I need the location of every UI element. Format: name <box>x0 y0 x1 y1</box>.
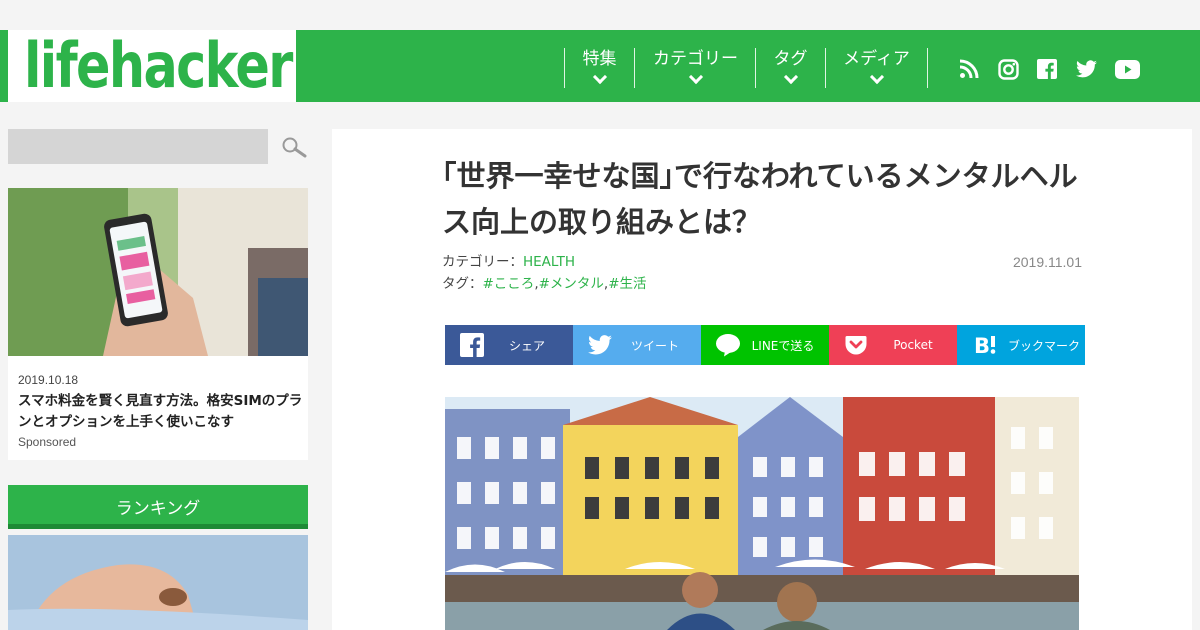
share-facebook-button[interactable]: シェア <box>445 325 573 365</box>
hatena-icon: B <box>973 333 999 357</box>
share-label: ブックマーク <box>1007 338 1080 353</box>
category-label: カテゴリー： <box>442 254 523 270</box>
nav-item-label: メディア <box>843 49 910 69</box>
site-logo[interactable]: lifehacker <box>8 30 296 102</box>
line-icon <box>715 333 741 357</box>
nav-divider <box>927 48 928 88</box>
promo-image <box>8 188 308 356</box>
article-meta: カテゴリー：HEALTH タグ：#こころ,#メンタル,#生活 <box>442 251 647 295</box>
chevron-down-icon <box>592 69 607 85</box>
search-input[interactable] <box>8 129 268 164</box>
category-line: カテゴリー：HEALTH <box>442 251 647 273</box>
global-nav: 特集 カテゴリー タグ メディア <box>296 30 1200 102</box>
sponsored-label: Sponsored <box>18 435 77 449</box>
nav-item-label: タグ <box>773 49 808 69</box>
tag-line: タグ：#こころ,#メンタル,#生活 <box>442 276 647 292</box>
promo-date: 2019.10.18 <box>18 373 79 387</box>
logo-accent-bar <box>0 30 8 102</box>
nav-item-label: カテゴリー <box>653 49 738 69</box>
share-bar: シェア ツイート LINEで送る Pocket B ブックマーク <box>445 325 1085 365</box>
ranking-image[interactable] <box>8 535 308 630</box>
twitter-icon <box>587 333 613 357</box>
youtube-icon[interactable] <box>1114 58 1140 80</box>
rss-icon[interactable] <box>958 58 980 80</box>
ranking-heading: ランキング <box>8 485 308 529</box>
tag-label: タグ： <box>442 276 483 292</box>
nav-item-feature[interactable]: 特集 <box>564 48 634 88</box>
share-label: ツイート <box>630 338 679 353</box>
nav-item-tag[interactable]: タグ <box>755 48 825 88</box>
logo-text: lifehacker <box>24 29 293 102</box>
nav-item-label: 特集 <box>582 49 617 69</box>
share-label: シェア <box>508 338 545 353</box>
search-icon[interactable] <box>281 136 309 160</box>
facebook-icon <box>459 333 485 357</box>
share-pocket-button[interactable]: Pocket <box>829 325 957 365</box>
svg-text:B: B <box>974 334 990 356</box>
share-label: Pocket <box>893 338 933 352</box>
share-label: LINEで送る <box>751 338 815 353</box>
chevron-down-icon <box>783 69 798 85</box>
twitter-icon[interactable] <box>1075 58 1097 80</box>
category-link[interactable]: HEALTH <box>523 254 575 270</box>
promo-title: スマホ料金を賢く見直す方法。格安SIMのプランとオプションを上手く使いこなす <box>18 393 303 430</box>
article-main: ｢世界一幸せな国｣で行なわれているメンタルヘルス向上の取り組みとは？ カテゴリー… <box>332 129 1192 630</box>
share-twitter-button[interactable]: ツイート <box>573 325 701 365</box>
chevron-down-icon <box>869 69 884 85</box>
nav-item-category[interactable]: カテゴリー <box>634 48 756 88</box>
tag-link[interactable]: #生活 <box>608 276 646 292</box>
article-date: 2019.11.01 <box>1012 254 1082 270</box>
pocket-icon <box>843 333 869 357</box>
chevron-down-icon <box>688 69 703 85</box>
article-hero-image <box>445 397 1079 630</box>
sponsored-article-card[interactable]: 2019.10.18 スマホ料金を賢く見直す方法。格安SIMのプランとオプション… <box>8 188 308 460</box>
nav-item-media[interactable]: メディア <box>825 48 927 88</box>
tag-link[interactable]: #メンタル <box>539 276 604 292</box>
share-line-button[interactable]: LINEで送る <box>701 325 829 365</box>
instagram-icon[interactable] <box>997 58 1019 80</box>
tag-link[interactable]: #こころ <box>483 276 535 292</box>
facebook-icon[interactable] <box>1036 58 1058 80</box>
article-title: ｢世界一幸せな国｣で行なわれているメンタルヘルス向上の取り組みとは？ <box>442 159 1078 239</box>
share-hatena-button[interactable]: B ブックマーク <box>957 325 1085 365</box>
